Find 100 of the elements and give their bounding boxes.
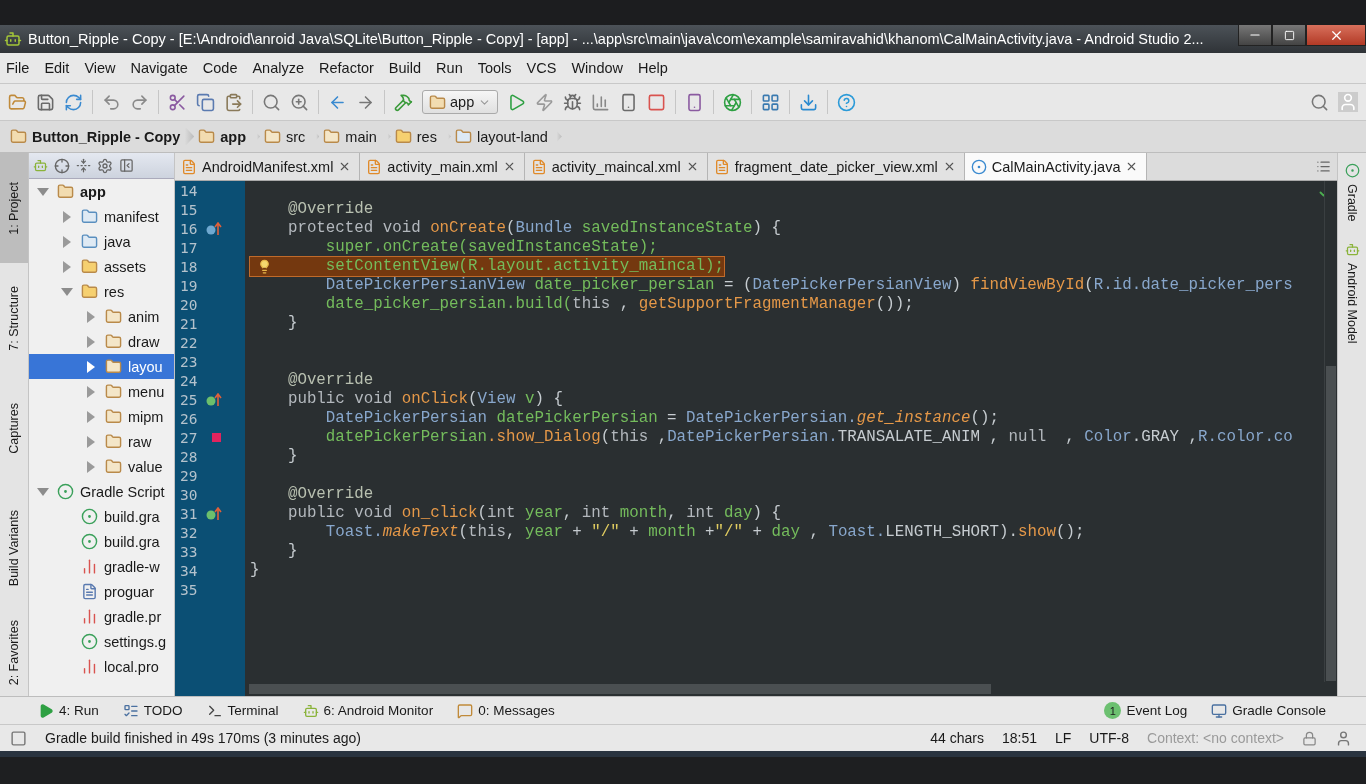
tree-item[interactable]: draw — [29, 329, 174, 354]
breadcrumb-item[interactable]: app — [198, 128, 260, 145]
code-line: DatePickerPersianView date_picker_persian = (DatePickerPersianView) findViewById(R.id.date_picker_pers — [324, 276, 1293, 295]
run-config-dropdown[interactable]: app — [422, 90, 499, 114]
code-line: date_picker_persian.build(this , getSupportFragmentManager()); — [324, 295, 914, 314]
line-number: 19 — [179, 277, 199, 294]
char-count: 44 chars — [930, 730, 984, 746]
tool-window-tab[interactable]: Captures — [0, 373, 28, 483]
tree-item[interactable]: menu — [29, 379, 174, 404]
line-number: 20 — [179, 296, 199, 313]
notification-badge: 1 — [1104, 702, 1122, 719]
tree-item[interactable]: build.gra — [29, 504, 174, 529]
code-line: super.onCreate(savedInstanceState); — [324, 238, 658, 257]
menu-title[interactable]: Tools — [477, 60, 512, 76]
tree-item[interactable]: Gradle Script — [29, 479, 174, 504]
editor-tab[interactable]: fragment_date_picker_view.xml — [707, 153, 965, 180]
file-encoding[interactable]: UTF-8 — [1089, 730, 1129, 746]
breadcrumb-item[interactable]: Button_Ripple - Copy — [10, 128, 195, 145]
tool-window-button[interactable]: Gradle Console — [1211, 702, 1326, 719]
line-number: 18 — [179, 258, 199, 275]
line-number: 23 — [179, 353, 199, 370]
cursor-position[interactable]: 18:51 — [1001, 730, 1037, 746]
editor-tab[interactable]: activity_main.xml — [360, 153, 525, 180]
breadcrumb-item[interactable]: res — [394, 128, 451, 145]
code-line: @Override — [286, 200, 374, 219]
tool-window-tab[interactable]: 1: Project — [0, 153, 28, 263]
code-line: } — [286, 314, 298, 333]
tree-item[interactable]: layou — [29, 354, 174, 379]
menu-title[interactable]: VCS — [526, 60, 557, 76]
code-line: @Override — [286, 371, 374, 390]
code-line: public void onClick(View v) { — [286, 390, 563, 409]
menu-title[interactable]: Build — [388, 60, 422, 76]
tree-item[interactable]: java — [29, 229, 174, 254]
code-line: public void on_click(int year, int month, int day) { — [286, 504, 781, 523]
tree-item[interactable]: gradle.pr — [29, 604, 174, 629]
line-number: 31 — [179, 505, 199, 522]
tree-item[interactable]: mipm — [29, 404, 174, 429]
tree-item[interactable]: manifest — [29, 204, 174, 229]
tool-window-button[interactable]: 1 Event Log — [1104, 702, 1188, 719]
tree-item[interactable]: local.pro — [29, 654, 174, 679]
breadcrumb-item[interactable]: src — [264, 128, 320, 145]
window-title: Button_Ripple - Copy - [E:\Android\anroid Java\SQLite\Button_Ripple - Copy] - [app] - ...\app\src\main\java\com\example\samiravahid\khanom\CalMainActivity.java - Android Studio 2... — [28, 31, 1204, 47]
editor-tab[interactable]: AndroidManifest.xml — [175, 153, 361, 180]
line-number: 17 — [179, 239, 199, 256]
code-line: } — [286, 447, 298, 466]
tree-item[interactable]: assets — [29, 254, 174, 279]
tool-window-tab[interactable]: 7: Structure — [0, 263, 28, 373]
line-number: 14 — [179, 182, 199, 199]
tool-window-button[interactable]: 4: Run — [38, 702, 99, 719]
tool-window-tab[interactable]: Build Variants — [0, 483, 28, 613]
tool-window-tab[interactable]: Gradle — [1344, 163, 1360, 222]
code-line: datePickerPersian.show_Dialog(this ,DatePickerPersian.TRANSALATE_ANIM , null , Color.GRAY ,R.color.co — [324, 428, 1293, 447]
line-number: 35 — [179, 581, 199, 598]
line-number: 33 — [179, 543, 199, 560]
tool-window-button[interactable]: Terminal — [206, 702, 279, 719]
tree-item[interactable]: anim — [29, 304, 174, 329]
breadcrumb-item[interactable]: main — [323, 128, 391, 145]
menu-title[interactable]: Run — [436, 60, 463, 76]
tree-item[interactable]: gradle-w — [29, 554, 174, 579]
code-line: Toast.makeText(this, year + "/" + month +"/" + day , Toast.LENGTH_SHORT).show(); — [324, 523, 1085, 542]
tool-window-button[interactable]: TODO — [122, 702, 183, 719]
line-separator[interactable]: LF — [1055, 730, 1072, 746]
tool-window-button[interactable]: 0: Messages — [457, 702, 555, 719]
line-number: 25 — [179, 391, 199, 408]
tree-item[interactable]: proguar — [29, 579, 174, 604]
breadcrumb-item[interactable]: layout-land — [454, 128, 562, 145]
menu-title[interactable]: Analyze — [252, 60, 305, 76]
line-number: 22 — [179, 334, 199, 351]
code-line: } — [250, 561, 260, 580]
menu-title[interactable]: Navigate — [130, 60, 188, 76]
tree-item[interactable]: value — [29, 454, 174, 479]
tool-window-tab[interactable]: 2: Favorites — [0, 613, 28, 693]
line-number: 34 — [179, 562, 199, 579]
tree-item[interactable]: build.gra — [29, 529, 174, 554]
line-number: 28 — [179, 448, 199, 465]
line-number: 21 — [179, 315, 199, 332]
line-number: 27 — [179, 429, 199, 446]
menu-title[interactable]: Window — [571, 60, 623, 76]
menu-title[interactable]: Refactor — [319, 60, 374, 76]
line-number: 16 — [179, 220, 199, 237]
code-line: protected void onCreate(Bundle savedInstanceState) { — [286, 219, 781, 238]
menu-title[interactable]: Edit — [44, 60, 70, 76]
tree-item[interactable]: settings.g — [29, 629, 174, 654]
tree-item[interactable]: res — [29, 279, 174, 304]
tree-item[interactable]: raw — [29, 429, 174, 454]
menu-title[interactable]: View — [84, 60, 116, 76]
line-number: 30 — [179, 486, 199, 503]
menu-title[interactable]: Help — [638, 60, 668, 76]
tree-item[interactable]: app — [29, 179, 174, 204]
line-number: 24 — [179, 372, 199, 389]
tool-window-button[interactable]: 6: Android Monitor — [302, 702, 434, 719]
line-number: 29 — [179, 467, 199, 484]
editor-tab[interactable]: CalMainActivity.java — [964, 153, 1148, 180]
tool-window-tab[interactable]: Android Model — [1344, 241, 1360, 344]
menu-title[interactable]: Code — [202, 60, 238, 76]
status-message: Gradle build finished in 49s 170ms (3 minutes ago) — [45, 730, 361, 746]
editor-tab[interactable]: activity_maincal.xml — [524, 153, 708, 180]
code-line: DatePickerPersian datePickerPersian = DatePickerPersian.get_instance(); — [324, 409, 999, 428]
code-line: } — [286, 542, 298, 561]
menu-title[interactable]: File — [6, 60, 30, 76]
